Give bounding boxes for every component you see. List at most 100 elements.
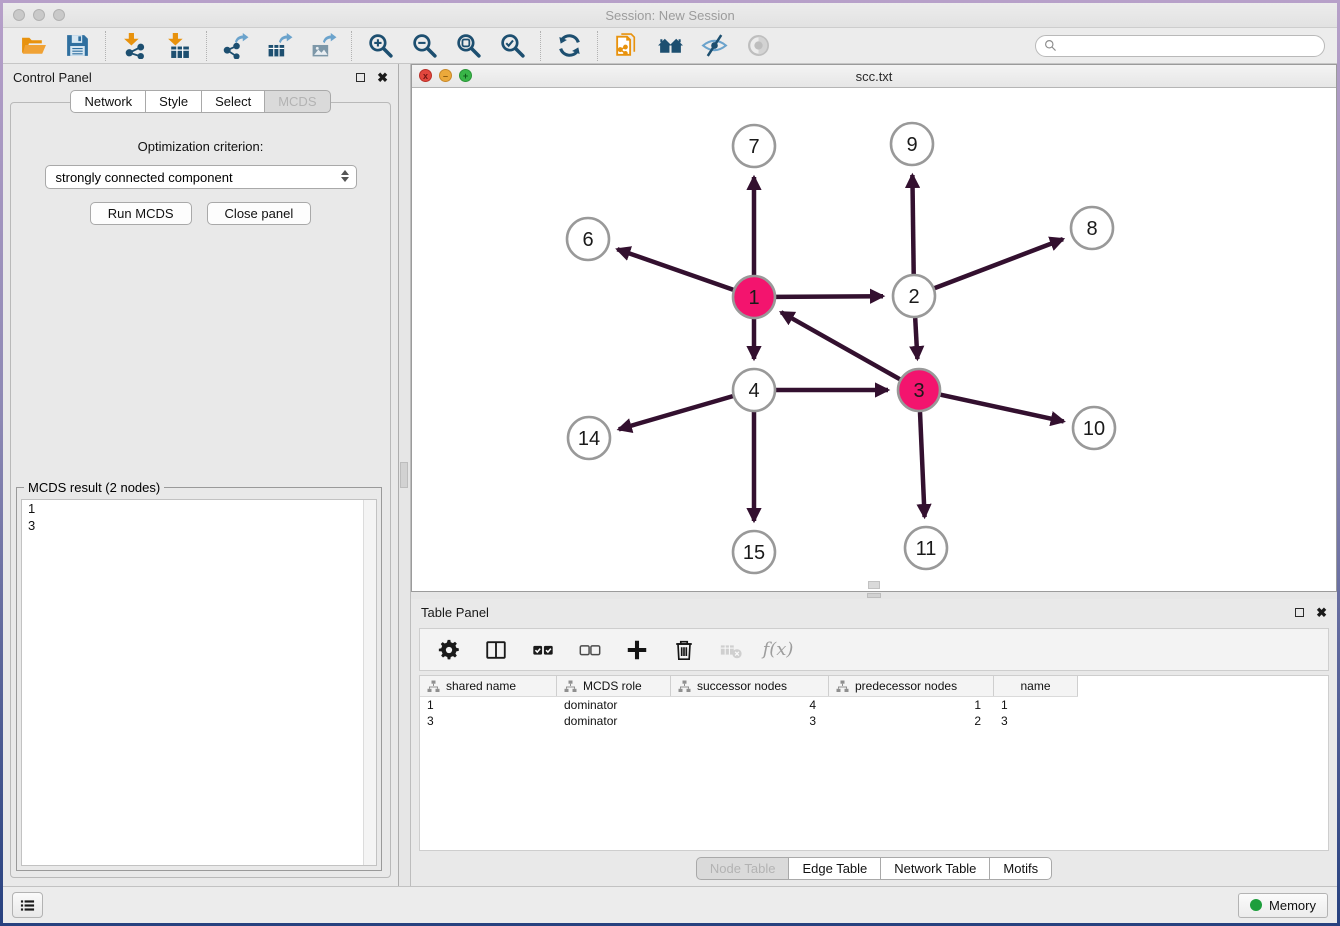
tab-mcds[interactable]: MCDS [265, 90, 330, 113]
zoom-fit-icon[interactable] [450, 31, 486, 61]
float-panel-icon[interactable] [356, 73, 365, 82]
table-panel-tabs: Node TableEdge TableNetwork TableMotifs [411, 851, 1337, 886]
deselect-all-columns-icon[interactable] [576, 635, 604, 665]
select-all-columns-icon[interactable] [529, 635, 557, 665]
column-header-MCDS-role[interactable]: MCDS role [557, 676, 671, 696]
network-maximize-icon[interactable]: + [459, 69, 472, 82]
import-network-icon[interactable] [116, 31, 152, 61]
table-panel-title: Table Panel [421, 605, 489, 620]
graph-node-1[interactable]: 1 [733, 276, 775, 318]
table-panel: Table Panel ✖ f(x) shared nameMCDS roles… [411, 599, 1337, 886]
graph-edge-3-11[interactable] [920, 412, 925, 517]
hide-panels-icon[interactable] [696, 31, 732, 61]
open-session-folder-icon[interactable] [15, 31, 51, 61]
select-all-columns-icon [531, 638, 555, 662]
column-header-predecessor-nodes[interactable]: predecessor nodes [829, 676, 994, 696]
table-cell: 4 [671, 697, 829, 713]
graph-node-10[interactable]: 10 [1073, 407, 1115, 449]
table-row[interactable]: 3dominator323 [420, 713, 1078, 729]
horizontal-splitter-handle[interactable] [867, 593, 881, 598]
tab-network-table[interactable]: Network Table [881, 857, 990, 880]
clone-network-icon[interactable] [608, 31, 644, 61]
settings-gear-icon[interactable] [435, 635, 463, 665]
network-canvas[interactable]: 7 9 6 8 1 2 4 3 14 10 15 11 [412, 88, 1336, 591]
table-cell: 1 [994, 697, 1078, 713]
add-column-icon[interactable] [623, 635, 651, 665]
table-row[interactable]: 1dominator411 [420, 697, 1078, 713]
svg-text:8: 8 [1086, 218, 1097, 240]
graph-node-8[interactable]: 8 [1071, 207, 1113, 249]
split-panel-icon[interactable] [482, 635, 510, 665]
tab-style[interactable]: Style [146, 90, 202, 113]
delete-column-icon [672, 638, 696, 662]
save-session-icon[interactable] [59, 31, 95, 61]
graph-node-9[interactable]: 9 [891, 123, 933, 165]
column-header-shared-name[interactable]: shared name [420, 676, 557, 696]
export-table-icon[interactable] [261, 31, 297, 61]
criterion-dropdown[interactable]: strongly connected component [45, 165, 357, 189]
graph-edge-4-14[interactable] [619, 396, 733, 429]
graph-node-3[interactable]: 3 [898, 369, 940, 411]
run-mcds-button[interactable]: Run MCDS [90, 202, 192, 225]
delete-column-icon[interactable] [670, 635, 698, 665]
open-session-folder-icon [20, 32, 47, 59]
mcds-result-list[interactable]: 13 [21, 499, 377, 866]
refresh-icon[interactable] [551, 31, 587, 61]
graph-edge-1-6[interactable] [617, 249, 733, 290]
network-minimize-icon[interactable]: – [439, 69, 452, 82]
add-column-icon [625, 638, 649, 662]
graph-node-4[interactable]: 4 [733, 369, 775, 411]
close-window-button[interactable] [13, 9, 25, 21]
graph-node-2[interactable]: 2 [893, 275, 935, 317]
vertical-splitter-handle[interactable] [400, 462, 408, 488]
graph-node-6[interactable]: 6 [567, 218, 609, 260]
close-panel-button[interactable]: Close panel [207, 202, 312, 225]
search-box[interactable] [1035, 35, 1325, 57]
float-table-panel-icon[interactable] [1295, 608, 1304, 617]
import-table-icon[interactable] [160, 31, 196, 61]
graph-edge-2-3[interactable] [915, 318, 917, 359]
graph-edge-3-1[interactable] [781, 312, 900, 379]
network-close-icon[interactable]: x [419, 69, 432, 82]
graph-edge-2-9[interactable] [912, 175, 913, 274]
tab-network[interactable]: Network [70, 90, 146, 113]
tab-node-table[interactable]: Node Table [696, 857, 790, 880]
mcds-result-node: 3 [22, 517, 376, 534]
result-scrollbar[interactable] [363, 500, 376, 865]
graph-edge-2-8[interactable] [935, 239, 1063, 288]
memory-label: Memory [1269, 898, 1316, 913]
zoom-in-icon[interactable] [362, 31, 398, 61]
network-graph[interactable]: 7 9 6 8 1 2 4 3 14 10 15 11 [412, 88, 1336, 591]
horizontal-splitter[interactable] [411, 592, 1337, 599]
tab-edge-table[interactable]: Edge Table [789, 857, 881, 880]
graph-node-14[interactable]: 14 [568, 417, 610, 459]
memory-button[interactable]: Memory [1238, 893, 1328, 918]
task-history-button[interactable] [12, 892, 43, 918]
export-network-icon[interactable] [217, 31, 253, 61]
column-header-successor-nodes[interactable]: successor nodes [671, 676, 829, 696]
graph-edge-1-2[interactable] [776, 296, 883, 297]
graph-edge-3-10[interactable] [941, 395, 1064, 422]
export-image-icon [310, 32, 337, 59]
tab-motifs[interactable]: Motifs [990, 857, 1052, 880]
column-header-name[interactable]: name [994, 676, 1078, 696]
svg-text:9: 9 [906, 134, 917, 156]
close-table-panel-icon[interactable]: ✖ [1316, 606, 1327, 619]
status-bar: Memory [3, 886, 1337, 923]
close-panel-icon[interactable]: ✖ [377, 71, 388, 84]
search-input[interactable] [1061, 39, 1316, 53]
vertical-splitter[interactable] [399, 64, 411, 886]
table-cell: 3 [671, 713, 829, 729]
table-cell: 1 [829, 697, 994, 713]
tab-select[interactable]: Select [202, 90, 265, 113]
graph-node-15[interactable]: 15 [733, 531, 775, 573]
zoom-selected-icon[interactable] [494, 31, 530, 61]
canvas-scroll-handle[interactable] [868, 581, 880, 589]
houses-icon[interactable] [652, 31, 688, 61]
minimize-window-button[interactable] [33, 9, 45, 21]
graph-node-7[interactable]: 7 [733, 125, 775, 167]
maximize-window-button[interactable] [53, 9, 65, 21]
export-image-icon[interactable] [305, 31, 341, 61]
zoom-out-icon[interactable] [406, 31, 442, 61]
graph-node-11[interactable]: 11 [905, 527, 947, 569]
